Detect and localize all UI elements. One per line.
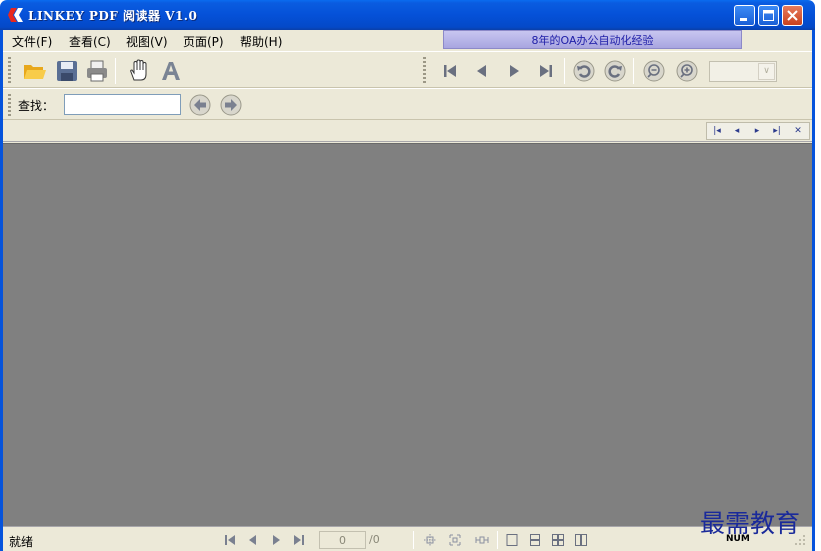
minimize-button[interactable]: [734, 5, 755, 26]
statusbar-divider: [497, 531, 498, 549]
prev-page-icon[interactable]: [246, 533, 260, 547]
tab-first-button[interactable]: |◂: [709, 124, 725, 138]
maximize-icon: [763, 10, 774, 21]
toolbar-grip[interactable]: [8, 94, 11, 116]
title-bar[interactable]: LINKEY PDF 阅读器 V1.0: [0, 0, 815, 30]
menu-view[interactable]: 查看(C): [69, 33, 111, 50]
chevron-down-icon[interactable]: ∨: [758, 63, 775, 80]
next-page-icon[interactable]: [269, 533, 283, 547]
prev-page-icon[interactable]: [473, 62, 491, 80]
menu-page[interactable]: 页面(P): [183, 33, 224, 50]
maximize-button[interactable]: [758, 5, 779, 26]
page-number-input[interactable]: [319, 531, 366, 549]
fit-width-icon[interactable]: [475, 533, 489, 547]
tab-last-button[interactable]: ▸|: [769, 124, 785, 138]
tab-next-button[interactable]: ▸: [749, 124, 765, 138]
facing-pages-icon[interactable]: [551, 533, 565, 547]
rotate-left-icon[interactable]: [573, 60, 595, 82]
app-logo-icon: [8, 8, 23, 22]
menu-help[interactable]: 帮助(H): [240, 33, 282, 50]
find-toolbar: 查找：: [3, 88, 812, 120]
actual-size-icon[interactable]: [423, 533, 437, 547]
find-next-icon[interactable]: [220, 94, 242, 116]
zoom-in-icon[interactable]: [676, 60, 698, 82]
single-page-icon[interactable]: [505, 533, 519, 547]
toolbar-grip[interactable]: [8, 57, 11, 85]
find-prev-icon[interactable]: [189, 94, 211, 116]
tab-prev-button[interactable]: ◂: [729, 124, 745, 138]
zoom-select[interactable]: ∨: [709, 61, 777, 82]
first-page-icon[interactable]: [223, 533, 237, 547]
main-toolbar: ∨: [3, 51, 812, 88]
promo-banner[interactable]: 8年的OA办公自动化经验: [443, 30, 742, 49]
toolbar-divider: [633, 58, 634, 84]
page-total: /0: [369, 533, 380, 546]
last-page-icon[interactable]: [292, 533, 306, 547]
next-page-icon[interactable]: [505, 62, 523, 80]
close-button[interactable]: [782, 5, 803, 26]
statusbar-divider: [413, 531, 414, 549]
find-label: 查找：: [18, 99, 55, 113]
tab-strip: |◂ ◂ ▸ ▸| ✕: [3, 120, 812, 142]
toolbar-divider: [115, 58, 116, 84]
save-icon[interactable]: [55, 59, 79, 83]
status-text: 就绪: [9, 535, 34, 549]
tab-close-button[interactable]: ✕: [790, 124, 806, 138]
rotate-right-icon[interactable]: [604, 60, 626, 82]
fit-page-icon[interactable]: [448, 533, 462, 547]
last-page-icon[interactable]: [537, 62, 555, 80]
minimize-icon: [740, 18, 747, 21]
close-icon: [787, 10, 798, 21]
hand-tool-icon[interactable]: [127, 59, 151, 83]
text-select-icon[interactable]: [159, 59, 183, 83]
zoom-out-icon[interactable]: [643, 60, 665, 82]
watermark-logo: 最需教育: [700, 509, 801, 538]
first-page-icon[interactable]: [441, 62, 459, 80]
two-page-icon[interactable]: [574, 533, 588, 547]
status-bar: 就绪 /0 NUM: [3, 526, 812, 551]
continuous-page-icon[interactable]: [528, 533, 542, 547]
window-title: LINKEY PDF 阅读器 V1.0: [28, 9, 198, 23]
find-input[interactable]: [64, 94, 181, 115]
toolbar-divider: [564, 58, 565, 84]
menu-display[interactable]: 视图(V): [126, 33, 168, 50]
toolbar-grip[interactable]: [423, 57, 426, 85]
print-icon[interactable]: [85, 59, 109, 83]
tab-navigation: |◂ ◂ ▸ ▸| ✕: [706, 122, 810, 140]
menu-file[interactable]: 文件(F): [12, 33, 52, 50]
open-folder-icon[interactable]: [23, 59, 47, 83]
resize-grip-icon[interactable]: [792, 532, 806, 546]
document-view[interactable]: [3, 143, 812, 526]
